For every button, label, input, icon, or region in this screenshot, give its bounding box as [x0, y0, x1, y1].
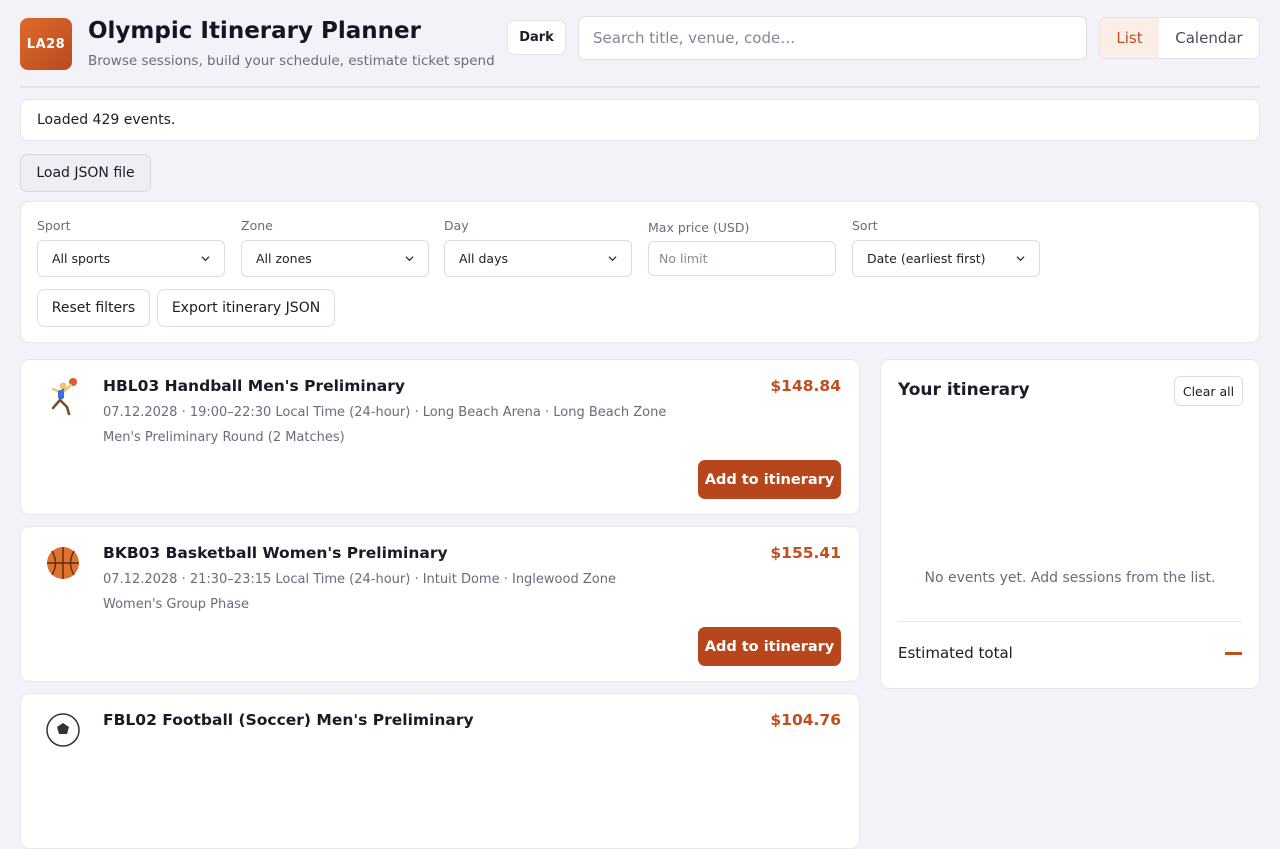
- estimated-total-label: Estimated total: [898, 644, 1013, 662]
- event-meta: 07.12.2028 · 19:00–22:30 Local Time (24-…: [103, 405, 667, 420]
- header-divider: [20, 86, 1260, 88]
- estimated-total-value: —: [1225, 652, 1242, 655]
- clear-all-button[interactable]: Clear all: [1174, 376, 1243, 406]
- max-price-input[interactable]: [648, 241, 836, 276]
- max-price-label: Max price (USD): [648, 220, 750, 235]
- zone-label: Zone: [241, 218, 273, 233]
- chevron-down-icon: [405, 256, 414, 262]
- event-title: HBL03 Handball Men's Preliminary: [103, 377, 405, 395]
- event-price: $104.76: [770, 711, 841, 729]
- status-bar: Loaded 429 events.: [20, 99, 1260, 141]
- tab-calendar[interactable]: Calendar: [1159, 18, 1259, 58]
- zone-select-value: All zones: [256, 251, 312, 266]
- event-meta: 07.12.2028 · 21:30–23:15 Local Time (24-…: [103, 572, 616, 587]
- status-message: Loaded 429 events.: [37, 112, 176, 128]
- sport-label: Sport: [37, 218, 71, 233]
- event-price: $155.41: [770, 544, 841, 562]
- itinerary-title: Your itinerary: [898, 380, 1030, 400]
- sort-select-value: Date (earliest first): [867, 251, 986, 266]
- event-card: HBL03 Handball Men's Preliminary 07.12.2…: [20, 359, 860, 515]
- itinerary-panel: Your itinerary Clear all No events yet. …: [880, 359, 1260, 689]
- view-toggle: List Calendar: [1099, 17, 1260, 59]
- sport-select[interactable]: All sports: [37, 240, 225, 277]
- itinerary-divider: [898, 621, 1242, 622]
- page-title: Olympic Itinerary Planner: [88, 18, 421, 44]
- event-title: FBL02 Football (Soccer) Men's Preliminar…: [103, 711, 474, 729]
- day-select[interactable]: All days: [444, 240, 632, 277]
- add-to-itinerary-button[interactable]: Add to itinerary: [698, 460, 841, 499]
- search-input[interactable]: [578, 16, 1087, 60]
- la28-logo: LA28: [20, 18, 72, 70]
- export-itinerary-button[interactable]: Export itinerary JSON: [157, 289, 335, 327]
- reset-filters-button[interactable]: Reset filters: [37, 289, 150, 327]
- sport-select-value: All sports: [52, 251, 111, 266]
- basketball-icon: [47, 547, 79, 579]
- tab-list[interactable]: List: [1100, 18, 1159, 58]
- page-subtitle: Browse sessions, build your schedule, es…: [88, 53, 495, 69]
- day-label: Day: [444, 218, 469, 233]
- event-price: $148.84: [770, 377, 841, 395]
- chevron-down-icon: [201, 256, 210, 262]
- event-subtitle: Women's Group Phase: [103, 597, 249, 612]
- event-card: FBL02 Football (Soccer) Men's Preliminar…: [20, 693, 860, 849]
- load-json-button[interactable]: Load JSON file: [20, 154, 151, 192]
- sort-select[interactable]: Date (earliest first): [852, 240, 1040, 277]
- chevron-down-icon: [1016, 256, 1025, 262]
- handball-player-icon: [51, 378, 77, 416]
- add-to-itinerary-button[interactable]: Add to itinerary: [698, 627, 841, 666]
- soccer-ball-icon: [46, 713, 80, 747]
- day-select-value: All days: [459, 251, 508, 266]
- chevron-down-icon: [608, 256, 617, 262]
- itinerary-empty-message: No events yet. Add sessions from the lis…: [924, 570, 1216, 586]
- filters-panel: Sport All sports Zone All zones Day All …: [20, 201, 1260, 343]
- event-subtitle: Men's Preliminary Round (2 Matches): [103, 430, 345, 445]
- sort-label: Sort: [852, 218, 878, 233]
- app-header: LA28 Olympic Itinerary Planner Browse se…: [20, 16, 1260, 72]
- zone-select[interactable]: All zones: [241, 240, 429, 277]
- event-title: BKB03 Basketball Women's Preliminary: [103, 544, 448, 562]
- dark-mode-button[interactable]: Dark: [507, 20, 566, 55]
- event-card: BKB03 Basketball Women's Preliminary 07.…: [20, 526, 860, 682]
